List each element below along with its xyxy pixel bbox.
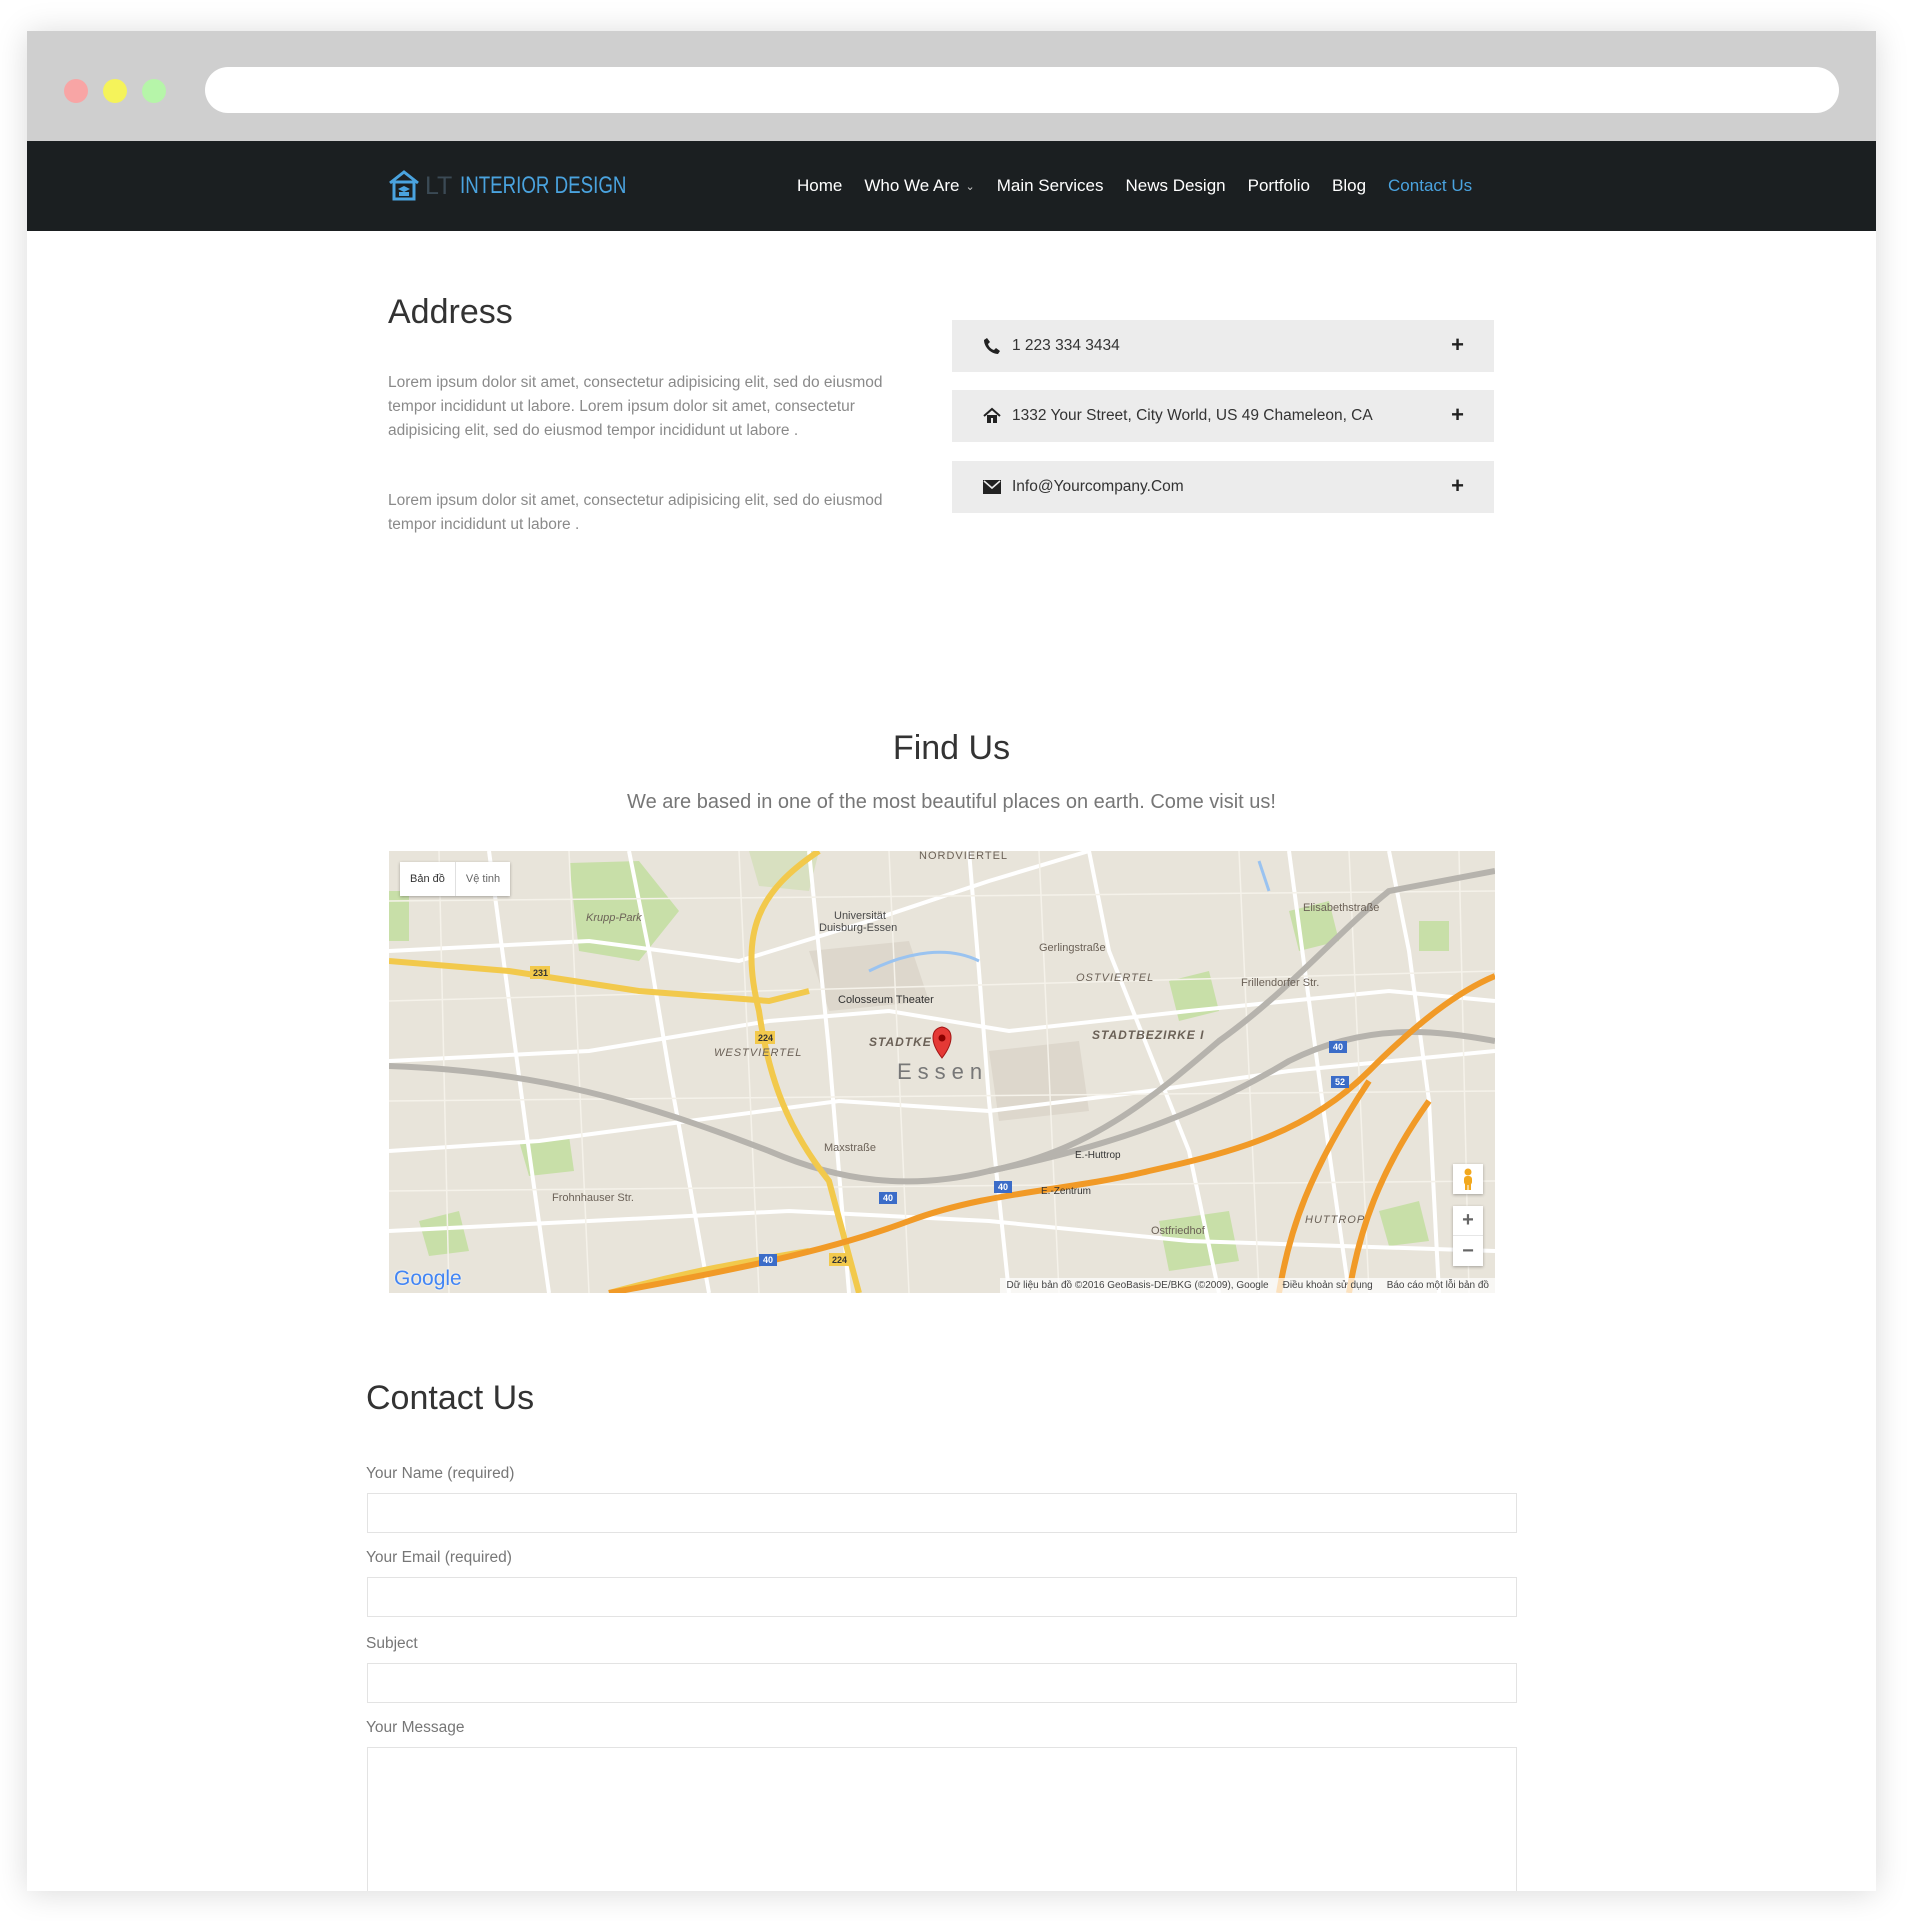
nav-main-services[interactable]: Main Services — [997, 176, 1104, 196]
zoom-control: + − — [1453, 1206, 1483, 1266]
subject-label: Subject — [366, 1635, 418, 1652]
svg-text:231: 231 — [533, 968, 548, 978]
message-field[interactable] — [367, 1747, 1517, 1891]
address-accordion[interactable]: 1332 Your Street, City World, US 49 Cham… — [952, 390, 1494, 442]
map-label-ostfriedhof: Ostfriedhof — [1151, 1225, 1206, 1237]
map-report-link[interactable]: Báo cáo một lỗi bản đồ — [1387, 1280, 1489, 1291]
phone-icon — [982, 337, 1002, 355]
find-us-title: Find Us — [892, 729, 1011, 767]
main-menu: Home Who We Are ⌄ Main Services News Desi… — [797, 141, 1472, 231]
map-label-stadtbezirke: STADTBEZIRKE I — [1092, 1028, 1204, 1042]
nav-blog[interactable]: Blog — [1332, 176, 1366, 196]
address-text: 1332 Your Street, City World, US 49 Cham… — [1012, 407, 1373, 424]
map-tiles: NORDVIERTEL Krupp-Park Universität Duisb… — [389, 851, 1495, 1293]
map-label-university-2: Duisburg-Essen — [819, 922, 897, 934]
map-label-maxstr: Maxstraße — [824, 1142, 876, 1154]
zoom-in-button[interactable]: + — [1453, 1206, 1483, 1236]
map-data-attribution: Dữ liệu bản đồ ©2016 GeoBasis-DE/BKG (©2… — [1006, 1280, 1269, 1291]
address-paragraph-2: Lorem ipsum dolor sit amet, consectetur … — [388, 492, 883, 533]
map-label-colosseum: Colosseum Theater — [838, 994, 934, 1006]
email-field[interactable] — [367, 1577, 1517, 1617]
name-label: Your Name (required) — [366, 1465, 515, 1482]
nav-portfolio[interactable]: Portfolio — [1248, 176, 1310, 196]
map-terms-link[interactable]: Điều khoản sử dụng — [1283, 1280, 1373, 1291]
map-label-ehuttrop: E.-Huttrop — [1075, 1150, 1121, 1161]
subject-field[interactable] — [367, 1663, 1517, 1703]
svg-text:40: 40 — [763, 1255, 773, 1265]
map-label-krupp-park: Krupp-Park — [586, 912, 642, 924]
map-label-nordviertel: NORDVIERTEL — [919, 851, 1008, 862]
nav-who-we-are-label: Who We Are — [864, 176, 960, 195]
svg-text:224: 224 — [758, 1033, 773, 1043]
phone-accordion[interactable]: 1 223 334 3434 + — [952, 320, 1494, 372]
site-logo[interactable]: LT INTERIOR DESIGN — [387, 169, 674, 203]
map-type-satellite-button[interactable]: Vệ tinh — [454, 862, 510, 896]
map-label-elisabeth: Elisabethstraße — [1303, 902, 1379, 914]
email-label: Your Email (required) — [366, 1549, 512, 1566]
svg-text:224: 224 — [832, 1255, 847, 1265]
map-label-stadtkern: STADTKE — [869, 1035, 932, 1049]
nav-contact-us[interactable]: Contact Us — [1388, 176, 1472, 196]
site-navbar: LT INTERIOR DESIGN Home Who We Are ⌄ Main… — [27, 141, 1876, 231]
nav-home[interactable]: Home — [797, 176, 842, 196]
svg-text:40: 40 — [1333, 1042, 1343, 1052]
chevron-down-icon: ⌄ — [965, 180, 975, 193]
close-window-dot[interactable] — [64, 79, 88, 103]
map-label-ostviertel: OSTVIERTEL — [1076, 972, 1154, 984]
browser-window: LT INTERIOR DESIGN Home Who We Are ⌄ Main… — [27, 31, 1876, 1891]
map-type-control: Bản đồ Vệ tinh — [400, 862, 511, 896]
message-label: Your Message — [366, 1719, 465, 1736]
address-bar[interactable] — [205, 67, 1839, 113]
zoom-out-button[interactable]: − — [1453, 1236, 1483, 1266]
expand-plus-icon: + — [1451, 402, 1464, 427]
find-us-subtitle: We are based in one of the most beautifu… — [627, 791, 1276, 813]
email-text: Info@Yourcompany.Com — [1012, 478, 1184, 495]
house-logo-icon — [389, 170, 419, 201]
browser-chrome — [27, 31, 1876, 141]
email-accordion[interactable]: Info@Yourcompany.Com + — [952, 461, 1494, 513]
map-label-ezentrum: E.-Zentrum — [1041, 1186, 1091, 1197]
maximize-window-dot[interactable] — [142, 79, 166, 103]
nav-who-we-are[interactable]: Who We Are ⌄ — [864, 176, 974, 196]
address-title: Address — [388, 293, 513, 331]
map-label-frohnhauser: Frohnhauser Str. — [552, 1192, 634, 1204]
map-label-frillendorfer: Frillendorfer Str. — [1241, 977, 1319, 989]
pegman-icon[interactable] — [1453, 1164, 1483, 1194]
expand-plus-icon: + — [1451, 473, 1464, 498]
home-icon — [982, 407, 1002, 425]
expand-plus-icon: + — [1451, 332, 1464, 357]
nav-news-design[interactable]: News Design — [1125, 176, 1225, 196]
envelope-icon — [982, 478, 1002, 496]
svg-text:40: 40 — [998, 1182, 1008, 1192]
logo-prefix: LT — [425, 171, 453, 200]
phone-text: 1 223 334 3434 — [1012, 337, 1120, 354]
svg-text:40: 40 — [883, 1193, 893, 1203]
map-label-huttrop: HUTTROP — [1305, 1214, 1365, 1226]
map-label-gerling: Gerlingstraße — [1039, 942, 1106, 954]
minimize-window-dot[interactable] — [103, 79, 127, 103]
map-label-city: Essen — [897, 1059, 988, 1084]
logo-name: INTERIOR DESIGN — [460, 172, 627, 199]
map-attribution: Dữ liệu bản đồ ©2016 GeoBasis-DE/BKG (©2… — [1000, 1278, 1495, 1293]
google-logo-text: Google — [394, 1267, 462, 1290]
contact-us-title: Contact Us — [366, 1379, 535, 1417]
map-label-university-1: Universität — [834, 910, 886, 922]
google-logo[interactable]: Google — [394, 1267, 462, 1291]
map-type-map-button[interactable]: Bản đồ — [400, 862, 455, 896]
name-field[interactable] — [367, 1493, 1517, 1533]
google-map[interactable]: NORDVIERTEL Krupp-Park Universität Duisb… — [389, 851, 1495, 1293]
svg-text:52: 52 — [1335, 1077, 1345, 1087]
map-label-westviertel: WESTVIERTEL — [714, 1047, 802, 1059]
address-paragraph-1: Lorem ipsum dolor sit amet, consectetur … — [388, 374, 883, 439]
